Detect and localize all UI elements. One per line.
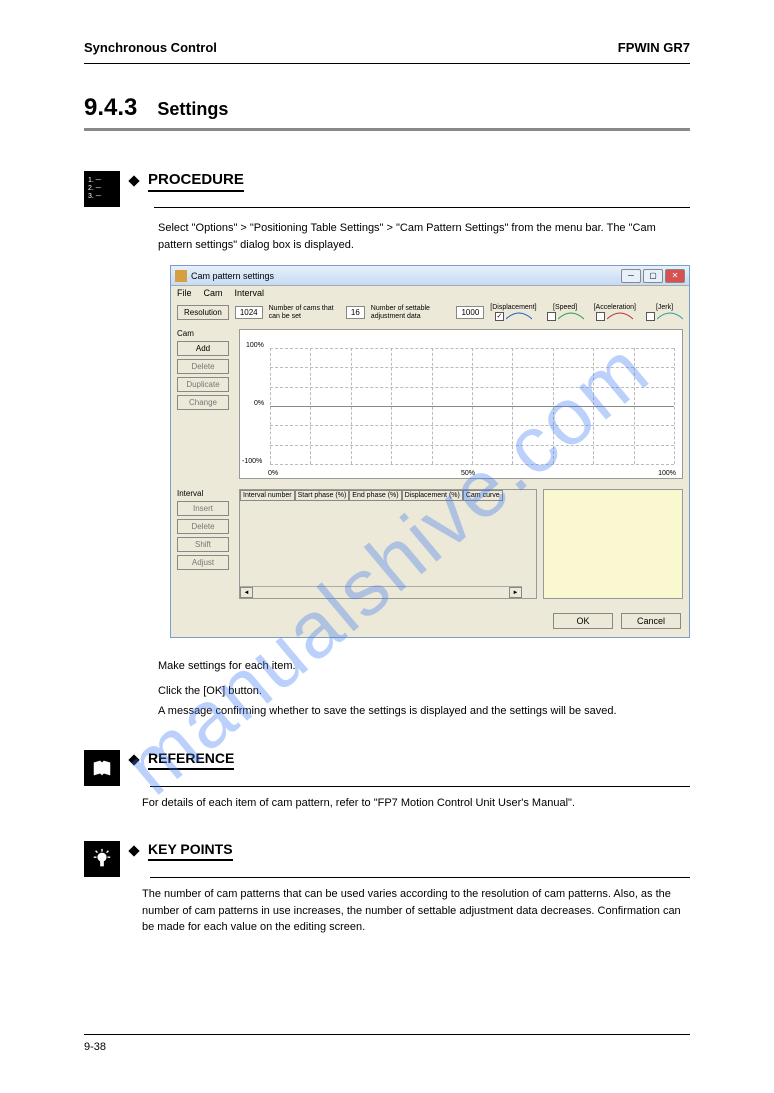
step-text-1: Make settings for each item. (158, 658, 690, 675)
x-100: 100% (658, 470, 676, 477)
legend-jerk: [Jerk] (656, 304, 673, 311)
scroll-right-icon[interactable]: ► (509, 587, 522, 598)
cam-change-button[interactable]: Change (177, 395, 229, 410)
procedure-icon: 1. ─2. ─3. ─ (84, 171, 120, 207)
step-text-3: A message confirming whether to save the… (158, 703, 690, 720)
cam-duplicate-button[interactable]: Duplicate (177, 377, 229, 392)
keypoints-icon (84, 841, 120, 877)
page-number: 9-38 (84, 1041, 106, 1053)
minimize-button[interactable]: ─ (621, 269, 641, 283)
reference-text: For details of each item of cam pattern,… (0, 787, 774, 812)
keypoints-label: KEY POINTS (148, 841, 233, 861)
interval-table: Interval number Start phase (%) End phas… (239, 489, 537, 599)
interval-insert-button[interactable]: Insert (177, 501, 229, 516)
keypoints-text: The number of cam patterns that can be u… (0, 878, 774, 936)
x-50: 50% (461, 470, 475, 477)
reference-label: REFERENCE (148, 750, 234, 770)
legend-speed: [Speed] (553, 304, 577, 311)
menu-cam[interactable]: Cam (204, 288, 223, 298)
diamond-bullet-icon (128, 175, 139, 186)
section-number: 9.4.3 (84, 94, 137, 122)
preview-box (543, 489, 683, 599)
th-start-phase: Start phase (%) (295, 490, 350, 501)
procedure-text: Select "Options" > "Positioning Table Se… (0, 208, 774, 253)
acceleration-checkbox[interactable] (596, 312, 605, 321)
cam-panel-title: Cam (177, 329, 233, 338)
legend-acceleration: [Acceleration] (594, 304, 636, 311)
jerk-checkbox[interactable] (646, 312, 655, 321)
cancel-button[interactable]: Cancel (621, 613, 681, 629)
interval-adjust-button[interactable]: Adjust (177, 555, 229, 570)
maximize-button[interactable]: ▢ (643, 269, 663, 283)
step-text-2: Click the [OK] button. (158, 683, 690, 700)
header-left: Synchronous Control (84, 40, 217, 55)
cam-chart: 100% 0% -100% 0% 50% 100% (239, 329, 683, 479)
interval-delete-button[interactable]: Delete (177, 519, 229, 534)
y-0: 0% (254, 400, 264, 407)
menubar: File Cam Interval (171, 286, 689, 300)
procedure-label: PROCEDURE (148, 171, 244, 192)
th-displacement: Displacement (%) (402, 490, 463, 501)
section-title: Settings (157, 99, 228, 120)
table-scrollbar[interactable]: ◄ ► (240, 586, 522, 598)
x-0: 0% (268, 470, 278, 477)
num-cams-label: Number of cams that can be set (269, 305, 340, 321)
cam-add-button[interactable]: Add (177, 341, 229, 356)
diamond-bullet-icon (128, 754, 139, 765)
num-cams-field: 16 (346, 306, 365, 319)
speed-checkbox[interactable] (547, 312, 556, 321)
y-n100: -100% (242, 458, 262, 465)
reference-icon (84, 750, 120, 786)
ok-button[interactable]: OK (553, 613, 613, 629)
menu-file[interactable]: File (177, 288, 192, 298)
app-icon (175, 270, 187, 282)
th-cam-curve: Cam curve (463, 490, 503, 501)
header-right: FPWIN GR7 (618, 40, 690, 55)
window-title: Cam pattern settings (191, 271, 274, 281)
resolution-button[interactable]: Resolution (177, 305, 229, 320)
th-interval-number: Interval number (240, 490, 295, 501)
cam-pattern-window: Cam pattern settings ─ ▢ ✕ File Cam Inte… (170, 265, 690, 638)
displacement-checkbox[interactable]: ✓ (495, 312, 504, 321)
legend-displacement: [Displacement] (490, 304, 536, 311)
scroll-left-icon[interactable]: ◄ (240, 587, 253, 598)
cam-delete-button[interactable]: Delete (177, 359, 229, 374)
resolution-field[interactable]: 1024 (235, 306, 263, 319)
interval-shift-button[interactable]: Shift (177, 537, 229, 552)
close-button[interactable]: ✕ (665, 269, 685, 283)
diamond-bullet-icon (128, 845, 139, 856)
y-100: 100% (246, 342, 264, 349)
menu-interval[interactable]: Interval (235, 288, 265, 298)
interval-panel-title: Interval (177, 489, 233, 498)
num-settable-field: 1000 (456, 306, 484, 319)
titlebar: Cam pattern settings ─ ▢ ✕ (171, 266, 689, 286)
th-end-phase: End phase (%) (349, 490, 401, 501)
num-settable-label: Number of settable adjustment data (371, 305, 451, 321)
